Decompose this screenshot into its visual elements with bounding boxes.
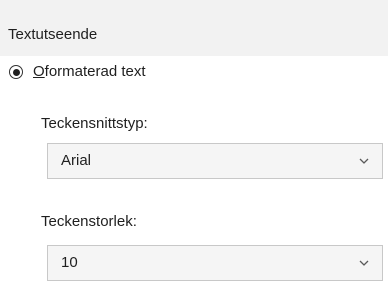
text-appearance-panel: Textutseende Oformaterad text Teckensnit… [0,0,388,286]
unformatted-text-label: Oformaterad text [33,63,146,81]
font-type-dropdown[interactable]: Arial [47,143,383,179]
font-type-value: Arial [61,152,92,169]
chevron-down-icon [359,260,369,266]
unformatted-text-radio-option[interactable]: Oformaterad text [9,61,146,83]
mnemonic-letter: O [33,63,45,80]
unformatted-text-radio[interactable] [9,65,23,79]
group-header: Textutseende [0,0,388,56]
group-title: Textutseende [8,26,98,43]
font-size-value: 10 [61,254,78,271]
radio-selected-dot [12,68,20,76]
chevron-down-icon [359,158,369,164]
font-size-dropdown[interactable]: 10 [47,245,383,281]
font-size-label: Teckenstorlek: [41,213,137,230]
unformatted-text-label-rest: formaterad text [44,63,146,80]
font-type-label: Teckensnittstyp: [41,115,148,132]
